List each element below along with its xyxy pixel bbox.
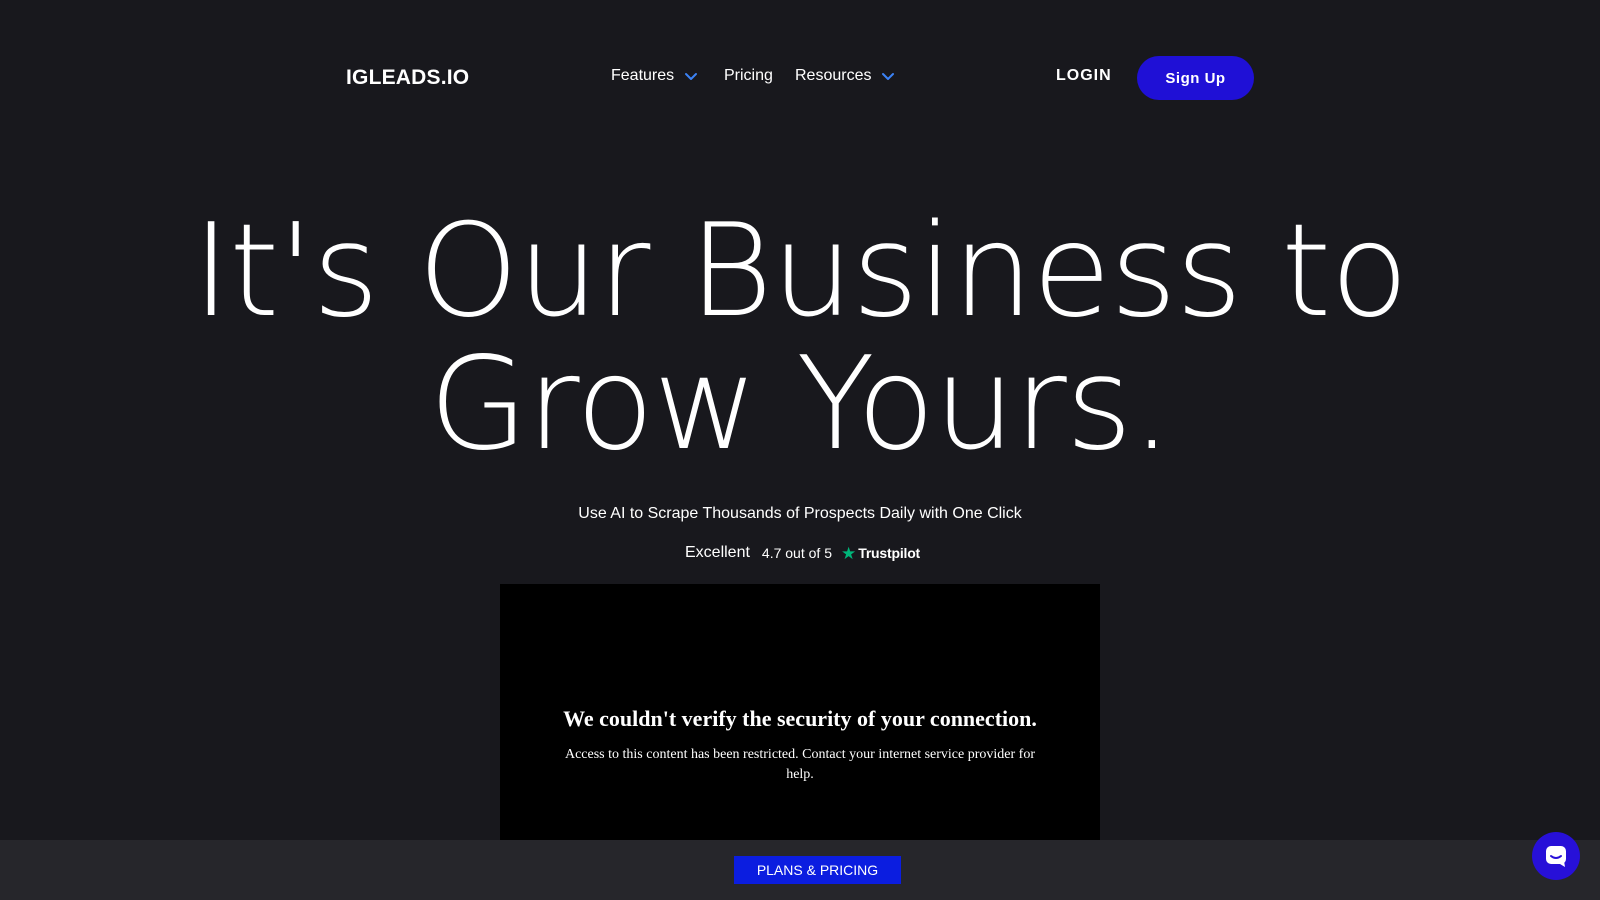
page: IGLEADS.IO Features Pricing Resources LO… — [0, 0, 1600, 900]
blocked-frame-title: We couldn't verify the security of your … — [563, 706, 1037, 731]
chat-icon — [1546, 846, 1566, 867]
nav-item-label: Pricing — [724, 67, 773, 84]
nav-item-label: Resources — [795, 67, 872, 84]
rating-score: 4.7 out of 5 — [761, 545, 832, 561]
plans-pricing-button[interactable]: PLANS & PRICING — [734, 856, 901, 884]
blocked-frame-message: Access to this content has been restrict… — [564, 747, 1035, 782]
chevron-down-icon — [685, 73, 698, 80]
nav-item-features[interactable]: Features — [611, 67, 698, 85]
nav-item-resources[interactable]: Resources — [795, 67, 895, 85]
logo[interactable]: IGLEADS.IO — [346, 66, 469, 90]
hero-line-1: It's Our Business to — [192, 197, 1408, 346]
star-icon: ★ — [840, 543, 857, 563]
chat-launcher-button[interactable] — [1532, 832, 1580, 880]
signup-button[interactable]: Sign Up — [1137, 56, 1254, 100]
hero-subtitle: Use AI to Scrape Thousands of Prospects … — [578, 505, 1022, 522]
chevron-down-icon — [882, 73, 895, 80]
rating-label: Excellent — [685, 544, 750, 561]
trustpilot-rating[interactable]: Excellent 4.7 out of 5 ★ Trustpilot — [685, 544, 920, 562]
nav-item-pricing[interactable]: Pricing — [724, 67, 773, 85]
hero-headline: It's Our Business to Grow Yours. — [0, 205, 1600, 471]
hero-line-2: Grow Yours. — [428, 330, 1172, 479]
trustpilot-logo: Trustpilot — [858, 545, 921, 561]
nav-item-label: Features — [611, 67, 675, 84]
login-link[interactable]: LOGIN — [1056, 67, 1112, 85]
